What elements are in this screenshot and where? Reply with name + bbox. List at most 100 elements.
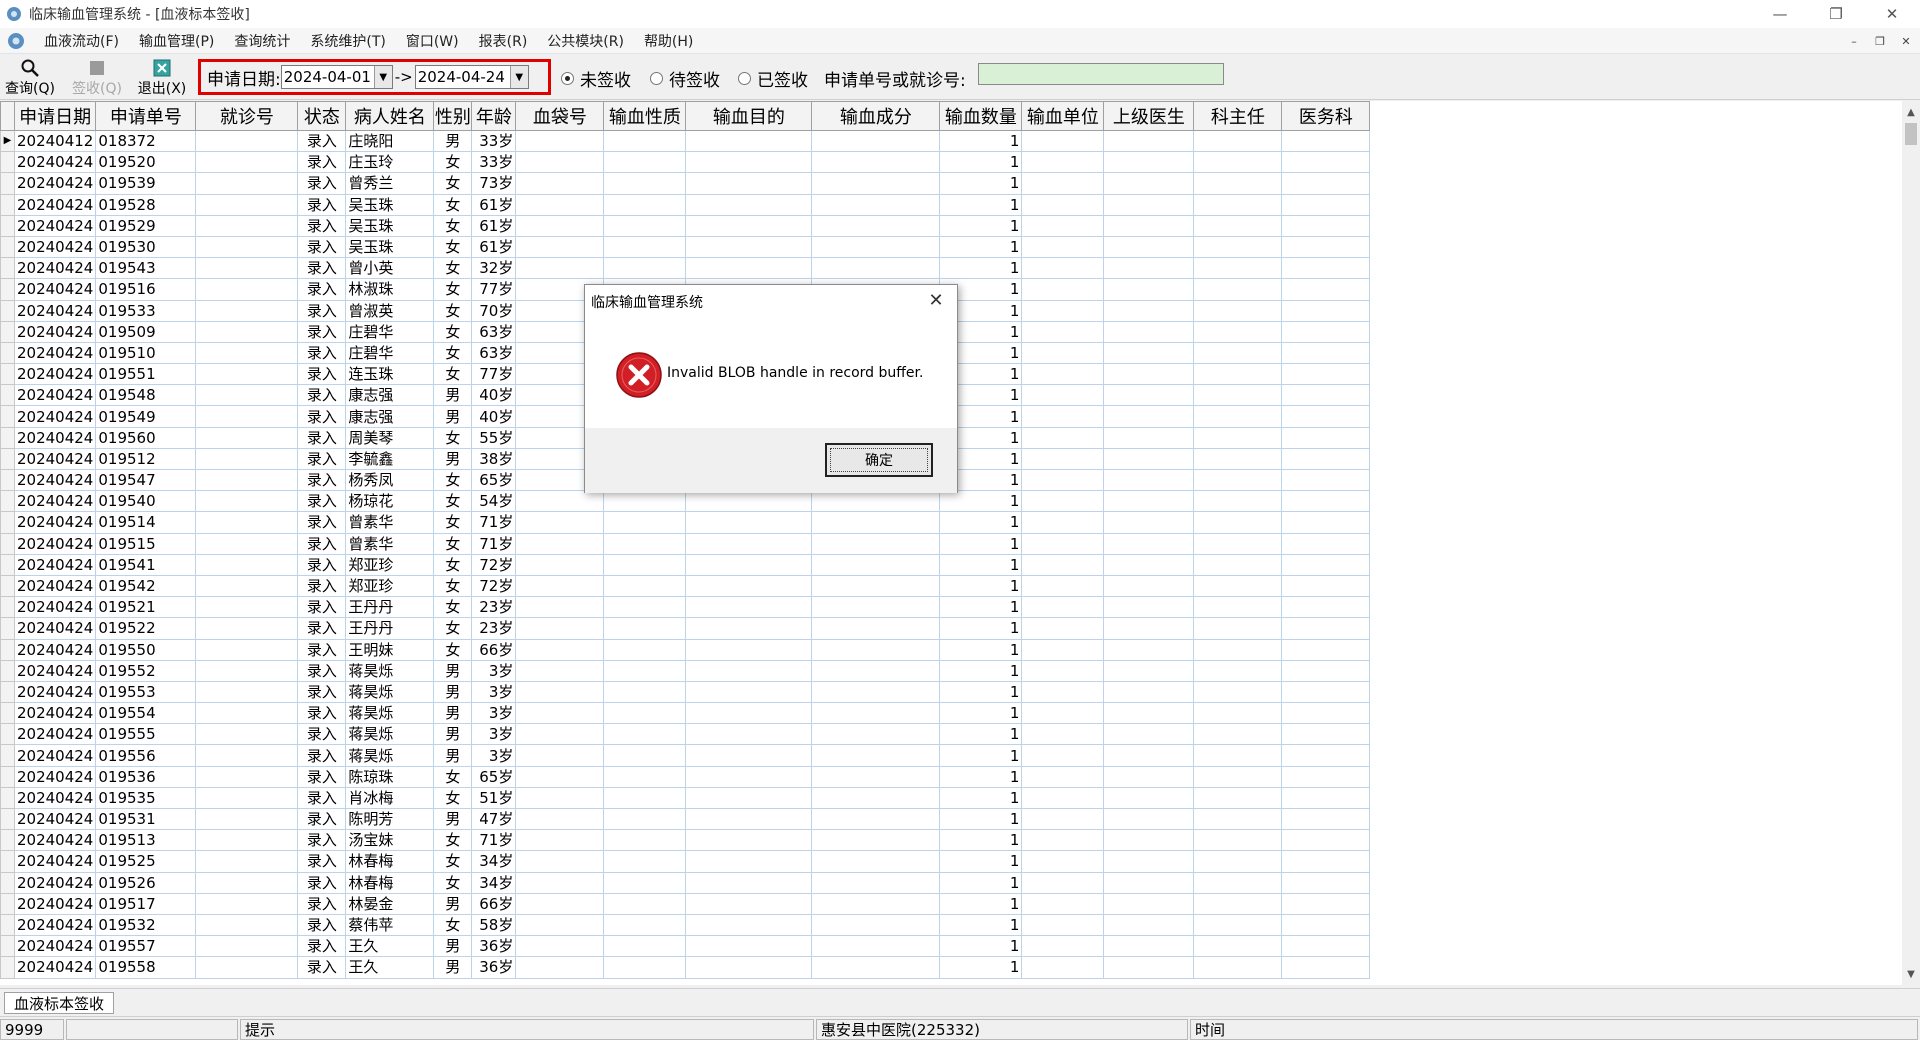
- table-cell[interactable]: 录入: [297, 765, 347, 788]
- table-cell[interactable]: 019550: [95, 638, 197, 661]
- table-cell[interactable]: [515, 214, 605, 237]
- table-cell[interactable]: [1103, 913, 1195, 937]
- row-indicator[interactable]: [0, 765, 15, 788]
- table-cell[interactable]: [195, 532, 299, 555]
- table-cell[interactable]: [811, 871, 941, 894]
- table-row[interactable]: 20240424 019541 录入 郑亚珍女 72岁 1: [0, 553, 1371, 576]
- table-cell[interactable]: [1021, 807, 1105, 831]
- table-cell[interactable]: 61岁: [471, 235, 517, 259]
- table-cell[interactable]: [515, 850, 605, 873]
- table-cell[interactable]: [1281, 257, 1371, 280]
- table-cell[interactable]: [1193, 384, 1283, 407]
- table-cell[interactable]: 20240424: [13, 299, 97, 322]
- table-cell[interactable]: [515, 829, 605, 852]
- table-cell[interactable]: 20240424: [13, 532, 97, 555]
- table-cell[interactable]: [515, 956, 605, 979]
- table-cell[interactable]: 录入: [297, 447, 347, 471]
- table-cell[interactable]: 20240424: [13, 278, 97, 301]
- table-cell[interactable]: 019533: [95, 299, 197, 322]
- table-cell[interactable]: 录入: [297, 511, 347, 534]
- table-cell[interactable]: [1103, 447, 1195, 471]
- table-cell[interactable]: [195, 765, 299, 788]
- table-cell[interactable]: [1103, 765, 1195, 788]
- table-cell[interactable]: 蒋昊烁: [345, 659, 435, 682]
- row-indicator[interactable]: [0, 151, 15, 174]
- table-cell[interactable]: 61岁: [471, 193, 517, 216]
- table-cell[interactable]: [603, 680, 687, 704]
- table-cell[interactable]: [603, 129, 687, 153]
- table-cell[interactable]: 女: [433, 363, 473, 386]
- row-indicator[interactable]: [0, 829, 15, 852]
- table-cell[interactable]: 男: [433, 680, 473, 704]
- table-cell[interactable]: [1281, 532, 1371, 555]
- table-cell[interactable]: 录入: [297, 278, 347, 301]
- table-row[interactable]: 20240424 019558 录入 王久男 36岁 1: [0, 956, 1371, 979]
- table-cell[interactable]: 1: [939, 574, 1023, 598]
- table-cell[interactable]: [603, 638, 687, 661]
- table-cell[interactable]: [811, 850, 941, 873]
- table-cell[interactable]: 019542: [95, 574, 197, 598]
- table-cell[interactable]: [195, 786, 299, 810]
- vertical-scrollbar[interactable]: ▲ ▼: [1902, 101, 1920, 985]
- row-indicator[interactable]: [0, 363, 15, 386]
- table-cell[interactable]: [1021, 426, 1105, 449]
- table-cell[interactable]: [1103, 786, 1195, 810]
- table-row[interactable]: 20240424 019553 录入 蒋昊烁男 3岁 1: [0, 680, 1371, 704]
- table-cell[interactable]: 20240424: [13, 447, 97, 471]
- table-cell[interactable]: 1: [939, 193, 1023, 216]
- mdi-restore-button[interactable]: ❐: [1870, 32, 1890, 50]
- table-cell[interactable]: 20240424: [13, 723, 97, 746]
- table-cell[interactable]: 女: [433, 278, 473, 301]
- table-cell[interactable]: [1103, 363, 1195, 386]
- table-cell[interactable]: 曾淑英: [345, 299, 435, 322]
- table-cell[interactable]: [1281, 702, 1371, 725]
- table-cell[interactable]: [603, 659, 687, 682]
- table-cell[interactable]: [1103, 956, 1195, 979]
- table-cell[interactable]: [685, 490, 813, 513]
- table-cell[interactable]: 汤宝妹: [345, 829, 435, 852]
- table-cell[interactable]: [603, 765, 687, 788]
- table-cell[interactable]: [603, 956, 687, 979]
- table-cell[interactable]: [1281, 511, 1371, 534]
- table-cell[interactable]: [603, 511, 687, 534]
- table-cell[interactable]: [1103, 532, 1195, 555]
- table-cell[interactable]: 58岁: [471, 913, 517, 937]
- table-cell[interactable]: [1103, 807, 1195, 831]
- table-cell[interactable]: [603, 193, 687, 216]
- table-row[interactable]: 20240424 019539 录入 曾秀兰女 73岁 1: [0, 172, 1371, 195]
- table-cell[interactable]: [195, 850, 299, 873]
- table-cell[interactable]: [811, 956, 941, 979]
- table-row[interactable]: 20240424 019528 录入 吴玉珠女 61岁 1: [0, 193, 1371, 216]
- table-cell[interactable]: [1103, 468, 1195, 492]
- table-cell[interactable]: 女: [433, 532, 473, 555]
- table-cell[interactable]: 女: [433, 172, 473, 195]
- table-cell[interactable]: [1103, 405, 1195, 428]
- table-cell[interactable]: [195, 659, 299, 682]
- table-cell[interactable]: [1103, 659, 1195, 682]
- table-cell[interactable]: 66岁: [471, 892, 517, 915]
- table-cell[interactable]: 录入: [297, 850, 347, 873]
- table-row[interactable]: 20240424 019513 录入 汤宝妹女 71岁 1: [0, 829, 1371, 852]
- table-cell[interactable]: 40岁: [471, 405, 517, 428]
- table-cell[interactable]: [1103, 871, 1195, 894]
- table-cell[interactable]: 录入: [297, 363, 347, 386]
- table-cell[interactable]: 录入: [297, 384, 347, 407]
- table-cell[interactable]: 20240424: [13, 214, 97, 237]
- row-indicator[interactable]: [0, 680, 15, 704]
- table-cell[interactable]: [1281, 447, 1371, 471]
- table-cell[interactable]: 019548: [95, 384, 197, 407]
- table-cell[interactable]: 20240424: [13, 638, 97, 661]
- table-cell[interactable]: 1: [939, 786, 1023, 810]
- table-cell[interactable]: [811, 490, 941, 513]
- table-cell[interactable]: [685, 702, 813, 725]
- table-cell[interactable]: [195, 341, 299, 365]
- search-input[interactable]: [978, 63, 1224, 85]
- table-cell[interactable]: 019517: [95, 892, 197, 915]
- table-cell[interactable]: 019521: [95, 596, 197, 619]
- table-cell[interactable]: [1193, 214, 1283, 237]
- table-cell[interactable]: [1103, 257, 1195, 280]
- table-cell[interactable]: [1193, 235, 1283, 259]
- table-cell[interactable]: [811, 659, 941, 682]
- table-cell[interactable]: [685, 151, 813, 174]
- table-cell[interactable]: 20240412: [13, 129, 97, 153]
